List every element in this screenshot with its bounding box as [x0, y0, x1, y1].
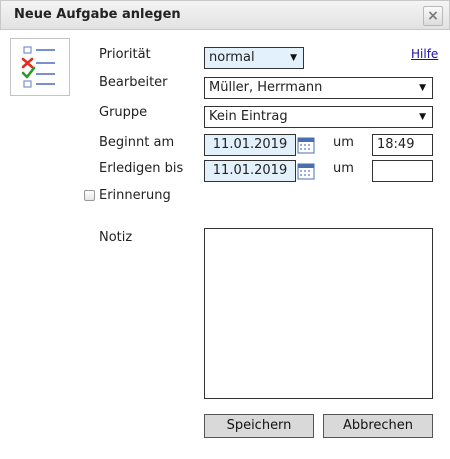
dialog-title: Neue Aufgabe anlegen — [14, 7, 181, 22]
bearbeiter-label: Bearbeiter — [99, 75, 168, 90]
task-checklist-icon — [10, 38, 70, 96]
gruppe-value: Kein Eintrag — [209, 109, 288, 124]
erledigen-date-input[interactable]: 11.01.2019 — [204, 160, 296, 182]
erinnerung-label: Erinnerung — [99, 188, 171, 203]
beginnt-date-input[interactable]: 11.01.2019 — [204, 134, 296, 156]
prioritaet-value: normal — [209, 50, 255, 65]
prioritaet-label: Priorität — [99, 47, 151, 62]
gruppe-select[interactable]: Kein Eintrag ▼ — [204, 106, 433, 128]
bearbeiter-value: Müller, Herrmann — [209, 80, 323, 95]
bearbeiter-select[interactable]: Müller, Herrmann ▼ — [204, 77, 433, 99]
save-button[interactable]: Speichern — [204, 414, 314, 438]
close-icon: × — [427, 8, 439, 24]
erledigen-um-label: um — [333, 161, 354, 176]
beginnt-label: Beginnt am — [99, 135, 175, 150]
calendar-icon[interactable] — [297, 136, 315, 154]
beginnt-um-label: um — [333, 135, 354, 150]
hilfe-link[interactable]: Hilfe — [411, 47, 438, 61]
notiz-label: Notiz — [99, 230, 133, 245]
prioritaet-select[interactable]: normal ▼ — [204, 47, 304, 69]
close-button[interactable]: × — [423, 6, 443, 26]
chevron-down-icon: ▼ — [290, 53, 297, 63]
chevron-down-icon: ▼ — [419, 83, 426, 93]
beginnt-time-input[interactable]: 18:49 — [372, 134, 433, 156]
erinnerung-checkbox[interactable] — [84, 190, 95, 201]
notiz-textarea[interactable] — [204, 228, 433, 399]
dialog-titlebar: Neue Aufgabe anlegen × — [0, 0, 450, 30]
calendar-icon[interactable] — [297, 162, 315, 180]
gruppe-label: Gruppe — [99, 105, 148, 120]
erledigen-label: Erledigen bis — [99, 161, 184, 176]
erledigen-time-input[interactable] — [372, 160, 433, 182]
chevron-down-icon: ▼ — [419, 112, 426, 122]
cancel-button[interactable]: Abbrechen — [323, 414, 433, 438]
